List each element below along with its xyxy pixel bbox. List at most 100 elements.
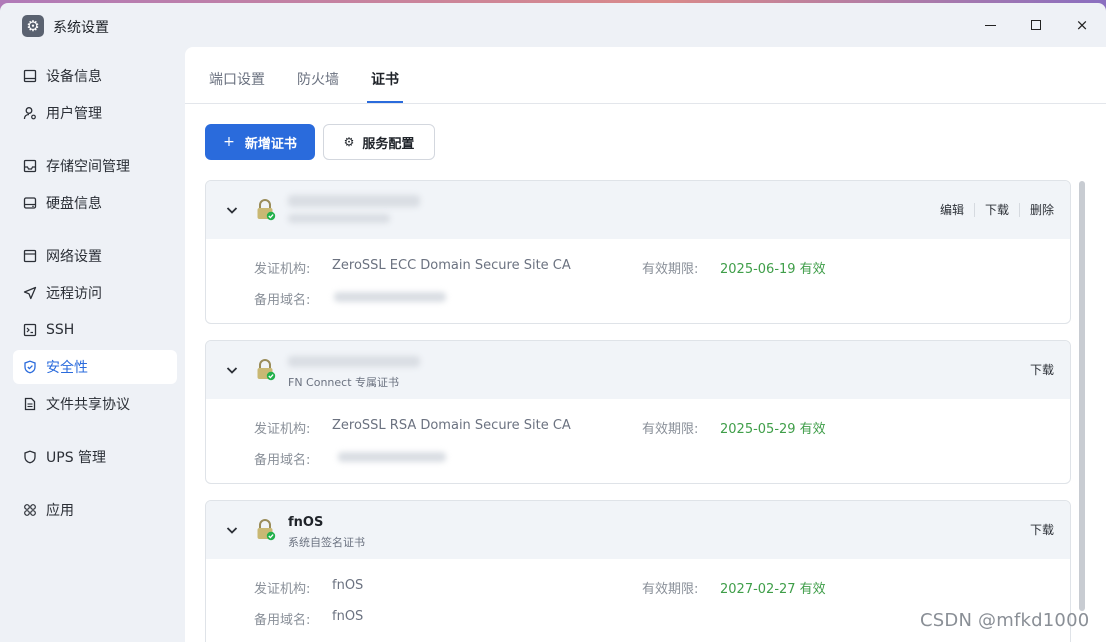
download-button[interactable]: 下载 xyxy=(1020,523,1054,537)
download-button[interactable]: 下载 xyxy=(1020,363,1054,377)
ups-icon xyxy=(23,450,37,464)
sidebar-item-network[interactable]: 网络设置 xyxy=(13,239,177,273)
certificate-card: FN Connect 专属证书 下载 发证机构: ZeroSSL RSA Dom… xyxy=(205,340,1071,484)
certificate-subtitle: 系统自签名证书 xyxy=(288,536,365,549)
sidebar-item-device-info[interactable]: 设备信息 xyxy=(13,59,177,93)
alt-domain-label: 备用域名: xyxy=(254,613,311,628)
add-certificate-button[interactable]: + 新增证书 xyxy=(205,124,315,160)
send-icon xyxy=(23,286,37,300)
apps-icon xyxy=(23,503,37,517)
certificate-actions: 下载 xyxy=(1020,363,1054,377)
scrollbar[interactable] xyxy=(1079,181,1085,611)
expiry-value: 2025-05-29 有效 xyxy=(720,422,826,437)
gear-icon: ⚙ xyxy=(343,135,355,149)
certificate-card-header[interactable]: fnOS 系统自签名证书 下载 xyxy=(206,501,1070,559)
chevron-down-icon[interactable] xyxy=(225,523,239,537)
issuer-value: ZeroSSL RSA Domain Secure Site CA xyxy=(332,418,571,433)
certificate-subtitle: FN Connect 专属证书 xyxy=(288,376,400,389)
expiry-value: 2027-02-27 有效 xyxy=(720,582,826,597)
download-button[interactable]: 下载 xyxy=(973,203,1019,217)
tab-port-settings[interactable]: 端口设置 xyxy=(209,69,265,89)
expiry-label: 有效期限: xyxy=(642,582,699,597)
expiry-label: 有效期限: xyxy=(642,422,699,437)
sidebar-item-label: SSH xyxy=(46,322,75,338)
title-bar: ⚙ 系统设置 × xyxy=(0,3,1106,47)
terminal-icon xyxy=(23,323,37,337)
expiry-label: 有效期限: xyxy=(642,262,699,277)
file-icon xyxy=(23,397,37,411)
network-icon xyxy=(23,249,37,263)
sidebar-item-label: 远程访问 xyxy=(46,286,102,302)
service-config-label: 服务配置 xyxy=(362,136,415,152)
certificate-card-header[interactable]: FN Connect 专属证书 下载 xyxy=(206,341,1070,399)
lock-icon xyxy=(257,359,276,381)
storage-icon xyxy=(23,159,37,173)
lock-icon xyxy=(257,199,276,221)
sidebar-item-label: 网络设置 xyxy=(46,249,102,265)
monitor-icon xyxy=(23,69,37,83)
alt-domain-label: 备用域名: xyxy=(254,453,311,468)
redacted-domain xyxy=(288,214,390,223)
main-panel: 端口设置 防火墙 证书 + 新增证书 ⚙ 服务配置 编辑 下载 删除 发证机构:… xyxy=(185,47,1106,642)
sidebar-item-label: 存储空间管理 xyxy=(46,159,130,175)
sidebar-item-storage[interactable]: 存储空间管理 xyxy=(13,149,177,183)
sidebar-item-label: 设备信息 xyxy=(46,69,102,85)
sidebar-item-label: 用户管理 xyxy=(46,106,102,122)
certificate-card-header[interactable]: 编辑 下载 删除 xyxy=(206,181,1070,239)
sidebar-item-label: 应用 xyxy=(46,503,74,519)
delete-button[interactable]: 删除 xyxy=(1018,203,1054,217)
issuer-label: 发证机构: xyxy=(254,422,311,437)
certificate-actions: 编辑 下载 删除 xyxy=(930,203,1054,217)
service-config-button[interactable]: ⚙ 服务配置 xyxy=(323,124,435,160)
app-title: 系统设置 xyxy=(53,20,109,36)
sidebar-item-label: 硬盘信息 xyxy=(46,196,102,212)
minimize-button[interactable] xyxy=(976,13,1004,37)
sidebar-item-ssh[interactable]: SSH xyxy=(13,313,177,347)
plus-icon: + xyxy=(223,134,235,150)
tab-firewall[interactable]: 防火墙 xyxy=(297,69,339,89)
sidebar-item-remote[interactable]: 远程访问 xyxy=(13,276,177,310)
active-tab-indicator xyxy=(367,101,403,103)
minimize-icon xyxy=(984,24,996,27)
settings-window: ⚙ 系统设置 × 设备信息 用户管理 存储空间管理 硬盘信息 网络设置 远程访问 xyxy=(0,3,1106,642)
chevron-down-icon[interactable] xyxy=(225,203,239,217)
lock-icon xyxy=(257,519,276,541)
shield-icon xyxy=(23,360,37,374)
certificate-card: 编辑 下载 删除 发证机构: ZeroSSL ECC Domain Secure… xyxy=(205,180,1071,324)
sidebar-item-disk[interactable]: 硬盘信息 xyxy=(13,186,177,220)
disk-icon xyxy=(23,196,37,210)
edit-button[interactable]: 编辑 xyxy=(930,203,974,217)
redacted-domain xyxy=(288,195,420,207)
sidebar-item-security[interactable]: 安全性 xyxy=(13,350,177,384)
issuer-label: 发证机构: xyxy=(254,262,311,277)
user-icon xyxy=(23,106,37,120)
certificate-name: fnOS xyxy=(288,515,324,530)
certificate-actions: 下载 xyxy=(1020,523,1054,537)
sidebar-item-file-sharing[interactable]: 文件共享协议 xyxy=(13,387,177,421)
sidebar-item-ups[interactable]: UPS 管理 xyxy=(13,440,177,474)
alt-domain-label: 备用域名: xyxy=(254,293,311,308)
close-button[interactable]: × xyxy=(1068,13,1096,37)
issuer-label: 发证机构: xyxy=(254,582,311,597)
sidebar-item-label: 安全性 xyxy=(46,360,88,376)
gear-icon: ⚙ xyxy=(22,15,44,37)
tab-certificates[interactable]: 证书 xyxy=(371,69,399,89)
add-certificate-label: 新增证书 xyxy=(244,136,297,152)
sidebar-item-apps[interactable]: 应用 xyxy=(13,493,177,527)
expiry-value: 2025-06-19 有效 xyxy=(720,262,826,277)
sidebar-item-label: UPS 管理 xyxy=(46,450,107,466)
sidebar: 设备信息 用户管理 存储空间管理 硬盘信息 网络设置 远程访问 SSH 安全性 xyxy=(0,47,185,642)
redacted-domain xyxy=(338,452,446,462)
sidebar-item-label: 文件共享协议 xyxy=(46,397,130,413)
issuer-value: fnOS xyxy=(332,578,364,593)
redacted-domain xyxy=(288,356,420,367)
issuer-value: ZeroSSL ECC Domain Secure Site CA xyxy=(332,258,571,273)
chevron-down-icon[interactable] xyxy=(225,363,239,377)
redacted-domain xyxy=(334,292,446,302)
maximize-button[interactable] xyxy=(1022,13,1050,37)
watermark-text: CSDN @mfkd1000 xyxy=(920,610,1090,631)
alt-domain-value: fnOS xyxy=(332,609,364,624)
tab-bar: 端口设置 防火墙 证书 xyxy=(185,47,1106,104)
sidebar-item-users[interactable]: 用户管理 xyxy=(13,96,177,130)
maximize-icon xyxy=(1031,20,1041,30)
